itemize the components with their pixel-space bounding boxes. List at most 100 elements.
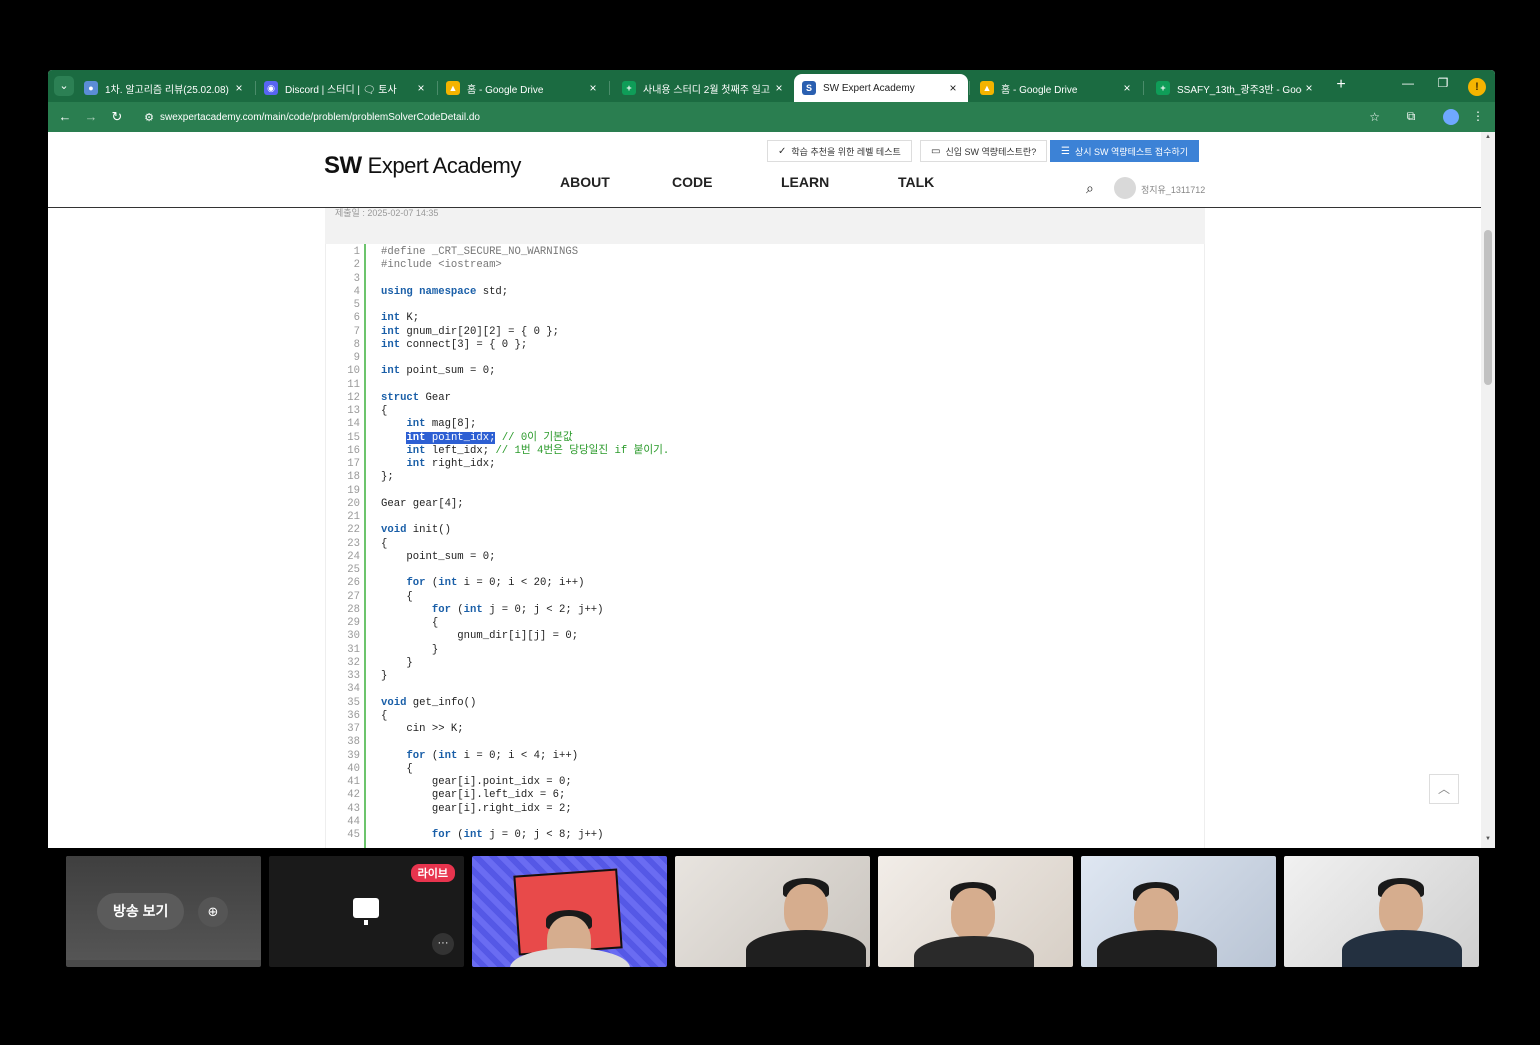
participant-tile-3[interactable] <box>878 856 1073 967</box>
site-info-icon[interactable]: ⚙ <box>138 111 160 124</box>
url-field[interactable]: ⚙ swexpertacademy.com/main/code/problem/… <box>138 106 1398 128</box>
participant-tile-2[interactable] <box>675 856 870 967</box>
menu-kebab-icon[interactable]: ⋮ <box>1469 109 1487 123</box>
browser-tab[interactable]: + 사내용 스터디 2월 첫째주 일고 × <box>614 74 794 102</box>
line-source: { <box>381 405 388 417</box>
line-number: 37 <box>347 723 360 735</box>
menu-about[interactable]: ABOUT <box>560 174 610 190</box>
browser-tab[interactable]: ▲ 홈 - Google Drive × <box>972 74 1142 102</box>
line-number: 5 <box>353 299 360 311</box>
page-scrollbar[interactable]: ▲ ▼ <box>1481 132 1495 848</box>
tab-close-icon[interactable]: × <box>946 81 960 95</box>
level-test-button[interactable]: ✓ 학습 추천을 위한 레벨 테스트 <box>767 140 912 162</box>
web-page: 제출일 : 2025-02-07 14:35 SW Expert Academy … <box>48 132 1481 848</box>
tab-close-icon[interactable]: × <box>772 81 786 95</box>
extensions-icon[interactable]: ⧉ <box>1402 109 1420 124</box>
tab-close-icon[interactable]: × <box>1302 81 1316 95</box>
line-source: void init() <box>381 524 451 537</box>
back-icon[interactable]: ← <box>56 108 74 126</box>
line-number: 40 <box>347 762 360 775</box>
reload-icon[interactable]: ↻ <box>108 108 126 126</box>
line-source: gear[i].right_idx = 2; <box>381 802 572 815</box>
menu-learn[interactable]: LEARN <box>781 174 829 190</box>
menu-code[interactable]: CODE <box>672 174 712 190</box>
sw-test-info-button[interactable]: ▭ 신입 SW 역량테스트란? <box>920 140 1048 162</box>
line-source: using namespace std; <box>381 285 509 298</box>
new-tab-button[interactable]: + <box>1331 76 1351 94</box>
line-number: 13 <box>347 405 360 417</box>
register-test-button[interactable]: ☰ 상시 SW 역량테스트 접수하기 <box>1050 140 1200 162</box>
line-source: gear[i].left_idx = 6; <box>381 789 566 802</box>
tab-favicon-icon: ▲ <box>446 81 460 95</box>
monitor-icon: ▭ <box>931 145 941 157</box>
scroll-up-arrow-icon[interactable]: ▲ <box>1481 134 1495 140</box>
participant-body <box>746 930 866 967</box>
tab-separator <box>969 81 970 95</box>
line-source: int point_sum = 0; <box>381 365 496 378</box>
tab-separator <box>1143 81 1144 95</box>
tab-close-icon[interactable]: × <box>414 81 428 95</box>
scroll-to-top-button[interactable]: ︿ <box>1429 774 1459 804</box>
tab-search-button[interactable]: ⌄ <box>54 76 74 96</box>
site-header: SW Expert Academy ✓ 학습 추천을 위한 레벨 테스트 ▭ 신입 S… <box>48 132 1481 208</box>
profile-warning-icon[interactable]: ! <box>1468 78 1486 96</box>
restore-button[interactable]: ❐ <box>1433 76 1453 90</box>
participant-tile-5[interactable] <box>1284 856 1479 967</box>
screen-share-icon <box>353 898 379 925</box>
participant-body <box>1342 930 1462 967</box>
tab-close-icon[interactable]: × <box>586 81 600 95</box>
participant-tile-4[interactable] <box>1081 856 1276 967</box>
search-icon[interactable]: ⌕ <box>1086 180 1094 197</box>
more-options-button[interactable]: ··· <box>432 933 454 955</box>
profile-avatar-icon[interactable] <box>1443 109 1459 125</box>
line-source: for (int i = 0; i < 20; i++) <box>406 577 585 590</box>
browser-tab[interactable]: ▲ 홈 - Google Drive × <box>438 74 608 102</box>
bookmark-star-icon[interactable]: ☆ <box>1369 110 1380 124</box>
scrollbar-thumb[interactable] <box>1484 230 1492 385</box>
line-number: 23 <box>347 537 360 550</box>
participant-head <box>951 888 995 940</box>
tab-title: 사내용 스터디 2월 첫째주 일고 <box>643 84 771 96</box>
line-source: struct Gear <box>381 391 451 404</box>
address-bar: ← → ↻ ⚙ swexpertacademy.com/main/code/pr… <box>48 102 1495 132</box>
line-source: int K; <box>381 312 420 325</box>
line-number: 35 <box>347 696 360 709</box>
browser-tab[interactable]: ◉ Discord | 스터디 | 🗨 토사 × <box>256 74 436 102</box>
tab-close-icon[interactable]: × <box>232 81 246 95</box>
line-source: { <box>381 617 439 629</box>
line-source: int right_idx; <box>406 458 496 470</box>
forward-icon[interactable]: → <box>82 108 100 126</box>
line-source: } <box>381 643 439 656</box>
tab-favicon-icon: + <box>622 81 636 95</box>
line-source: gnum_dir[i][j] = 0; <box>381 630 579 643</box>
broadcast-tile[interactable]: 방송 보기 ⊕ <box>66 856 261 967</box>
user-name[interactable]: 정지유_1311712 <box>1141 183 1205 196</box>
line-number: 14 <box>347 418 360 431</box>
menu-talk[interactable]: TALK <box>898 174 934 190</box>
site-logo[interactable]: SW Expert Academy <box>324 152 521 180</box>
browser-tab[interactable]: + SSAFY_13th_광주3반 - Google × <box>1148 74 1324 102</box>
browser-tab[interactable]: S SW Expert Academy × <box>794 74 968 102</box>
scroll-down-arrow-icon[interactable]: ▼ <box>1481 836 1495 842</box>
minimize-button[interactable]: — <box>1398 76 1418 90</box>
browser-tab[interactable]: ● 1차. 알고리즘 리뷰(25.02.08) × <box>76 74 254 102</box>
line-number: 2 <box>353 259 360 272</box>
browser-window: ⌄ ● 1차. 알고리즘 리뷰(25.02.08) × ◉ Discord | 스터디 … <box>48 70 1495 848</box>
line-number: 3 <box>353 272 360 285</box>
line-number: 36 <box>347 709 360 722</box>
tab-close-icon[interactable]: × <box>1120 81 1134 95</box>
user-avatar[interactable] <box>1114 177 1136 199</box>
watch-broadcast-button[interactable]: 방송 보기 <box>97 893 185 930</box>
line-number: 17 <box>347 458 360 470</box>
line-source: int left_idx; // 1번 4번은 당당일진 if 붙이기. <box>406 444 670 457</box>
tab-title: 홈 - Google Drive <box>1001 84 1078 96</box>
line-number: 25 <box>347 564 360 576</box>
screen-share-tile[interactable]: 라이브 ··· <box>269 856 464 967</box>
code-viewer[interactable]: 1 #define _CRT_SECURE_NO_WARNINGS 2 #includ… <box>325 244 1205 848</box>
participant-tile-1[interactable] <box>472 856 667 967</box>
popout-icon[interactable]: ⊕ <box>198 897 228 927</box>
line-number: 8 <box>353 338 360 351</box>
line-number: 29 <box>347 617 360 629</box>
line-number: 15 <box>347 431 360 444</box>
line-number: 27 <box>347 590 360 603</box>
